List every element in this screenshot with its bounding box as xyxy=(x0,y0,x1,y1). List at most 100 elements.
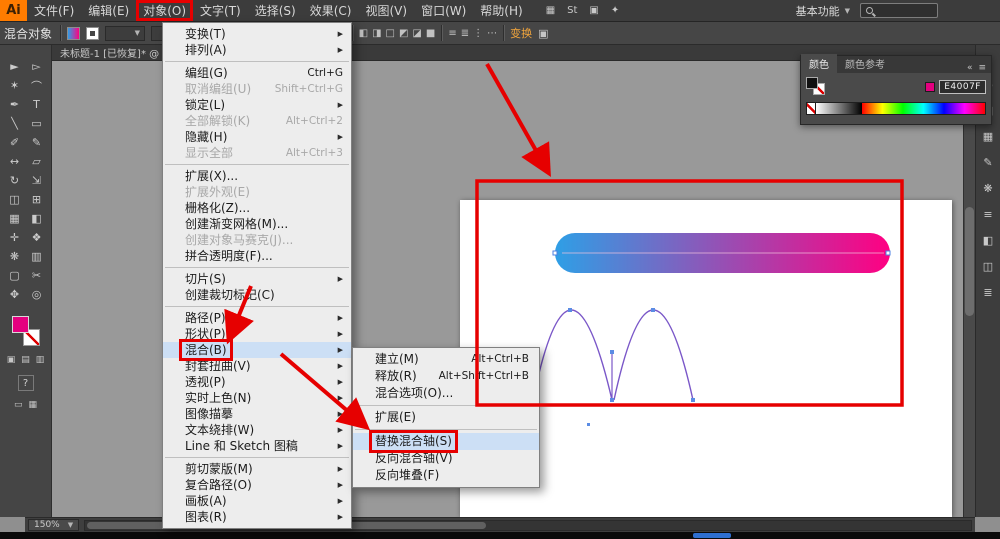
line-segment-tool[interactable]: ╲ xyxy=(4,114,26,133)
menu-item-expand[interactable]: 扩展(X)... xyxy=(163,168,351,184)
swatches-icon[interactable]: ▦ xyxy=(979,128,997,144)
full-screen-icon[interactable]: ▦ xyxy=(29,400,38,410)
arrange-documents-icon[interactable]: ▣ xyxy=(589,5,598,16)
menu-item-perspective[interactable]: 透视(P)▶ xyxy=(163,374,351,390)
menu-item-line-sketch[interactable]: Line 和 Sketch 图稿▶ xyxy=(163,438,351,454)
anchor-point[interactable] xyxy=(568,308,572,312)
gradient-tool[interactable]: ◧ xyxy=(26,209,48,228)
spine-arc-1[interactable] xyxy=(533,310,612,400)
menu-item-path[interactable]: 路径(P)▶ xyxy=(163,310,351,326)
menu-file[interactable]: 文件(F) xyxy=(27,0,81,21)
distribute-horizontal-icon[interactable]: ≡ xyxy=(448,28,456,39)
menu-item-graph[interactable]: 图表(R)▶ xyxy=(163,509,351,525)
anchor-point[interactable] xyxy=(587,423,590,426)
selection-tool[interactable]: ► xyxy=(4,57,26,76)
submenu-item-reverse-spine[interactable]: 反向混合轴(V) xyxy=(353,450,539,467)
hue-ramp[interactable] xyxy=(862,103,985,114)
menu-effect[interactable]: 效果(C) xyxy=(303,0,359,21)
menu-item-live-paint[interactable]: 实时上色(N)▶ xyxy=(163,390,351,406)
lasso-tool[interactable]: ⌒ xyxy=(26,76,48,95)
transparency-icon[interactable]: ◫ xyxy=(979,258,997,274)
submenu-item-expand[interactable]: 扩展(E) xyxy=(353,409,539,426)
fill-stroke-widget[interactable] xyxy=(10,316,42,346)
align-to-icon[interactable]: ⋯ xyxy=(487,28,497,39)
submenu-item-replace-spine[interactable]: 替换混合轴(S) xyxy=(353,433,539,450)
taskbar-item[interactable] xyxy=(693,533,731,538)
stroke-icon[interactable]: ≡ xyxy=(979,206,997,222)
grayscale-ramp[interactable] xyxy=(816,103,862,114)
menu-item-rasterize[interactable]: 栅格化(Z)... xyxy=(163,200,351,216)
stroke-color-swatch[interactable] xyxy=(86,27,99,40)
help-icon[interactable]: ? xyxy=(18,375,34,391)
anchor-point[interactable] xyxy=(651,308,655,312)
align-center-icon[interactable]: ◨ xyxy=(372,28,381,39)
draw-inside-icon[interactable]: ▥ xyxy=(36,355,45,365)
menu-help[interactable]: 帮助(H) xyxy=(473,0,529,21)
search-input[interactable] xyxy=(860,3,938,18)
menu-item-slice[interactable]: 切片(S)▶ xyxy=(163,271,351,287)
rotate-tool[interactable]: ↻ xyxy=(4,171,26,190)
menu-item-clipping-mask[interactable]: 剪切蒙版(M)▶ xyxy=(163,461,351,477)
align-bottom-icon[interactable]: ■ xyxy=(426,28,435,39)
eyedropper-tool[interactable]: ✛ xyxy=(4,228,26,247)
mesh-tool[interactable]: ▦ xyxy=(4,209,26,228)
panel-menu-icon[interactable]: ≡ xyxy=(978,63,986,73)
paintbrush-tool[interactable]: ✐ xyxy=(4,133,26,152)
menu-item-blend[interactable]: 混合(B)▶ xyxy=(163,342,351,358)
menu-select[interactable]: 选择(S) xyxy=(248,0,303,21)
width-tool[interactable]: ↔ xyxy=(4,152,26,171)
menu-window[interactable]: 窗口(W) xyxy=(414,0,473,21)
free-transform-tool[interactable]: ▱ xyxy=(26,152,48,171)
brushes-icon[interactable]: ✎ xyxy=(979,154,997,170)
vertical-scrollbar-thumb[interactable] xyxy=(965,207,974,316)
tab-color-guide[interactable]: 颜色参考 xyxy=(837,54,893,73)
menu-item-group[interactable]: 编组(G)Ctrl+G xyxy=(163,65,351,81)
menu-type[interactable]: 文字(T) xyxy=(193,0,248,21)
color-spectrum[interactable] xyxy=(806,102,986,115)
align-top-icon[interactable]: ◩ xyxy=(399,28,408,39)
menu-item-compound-path[interactable]: 复合路径(O)▶ xyxy=(163,477,351,493)
draw-normal-icon[interactable]: ▣ xyxy=(7,355,16,365)
hand-tool[interactable]: ✥ xyxy=(4,285,26,304)
scale-tool[interactable]: ⇲ xyxy=(26,171,48,190)
tab-color[interactable]: 颜色 xyxy=(801,54,837,73)
menu-object[interactable]: 对象(O) xyxy=(136,0,193,21)
menu-item-lock[interactable]: 锁定(L)▶ xyxy=(163,97,351,113)
anchor-point[interactable] xyxy=(691,398,695,402)
menu-edit[interactable]: 编辑(E) xyxy=(81,0,136,21)
bridge-icon[interactable]: ▦ xyxy=(546,5,555,16)
distribute-vertical-icon[interactable]: ≣ xyxy=(461,28,469,39)
vertical-scrollbar[interactable] xyxy=(963,61,975,517)
collapse-panel-icon[interactable]: « xyxy=(967,63,973,73)
magic-wand-tool[interactable]: ✶ xyxy=(4,76,26,95)
transform-link[interactable]: 变换 xyxy=(510,25,532,41)
symbols-icon[interactable]: ❋ xyxy=(979,180,997,196)
fill-indicator[interactable] xyxy=(806,77,818,89)
fill-swatch[interactable] xyxy=(12,316,29,333)
menu-view[interactable]: 视图(V) xyxy=(358,0,414,21)
align-middle-icon[interactable]: ◪ xyxy=(412,28,421,39)
draw-behind-icon[interactable]: ▤ xyxy=(21,355,30,365)
submenu-item-make[interactable]: 建立(M)Alt+Ctrl+B xyxy=(353,351,539,368)
menu-item-envelope-distort[interactable]: 封套扭曲(V)▶ xyxy=(163,358,351,374)
isolate-object-icon[interactable]: ▣ xyxy=(538,27,548,40)
artboard-tool[interactable]: ▢ xyxy=(4,266,26,285)
workspace-switcher[interactable]: 基本功能 ▼ xyxy=(786,0,860,21)
zoom-tool[interactable]: ◎ xyxy=(26,285,48,304)
layers-icon[interactable]: ≣ xyxy=(979,284,997,300)
align-left-icon[interactable]: ◧ xyxy=(359,28,368,39)
symbol-sprayer-tool[interactable]: ❋ xyxy=(4,247,26,266)
hex-value-field[interactable]: E4007F xyxy=(939,80,986,94)
menu-item-arrange[interactable]: 排列(A)▶ xyxy=(163,42,351,58)
blend-tool[interactable]: ❖ xyxy=(26,228,48,247)
zoom-dropdown[interactable]: 150% ▼ xyxy=(28,519,79,531)
none-swatch[interactable] xyxy=(807,103,816,114)
slice-tool[interactable]: ✂ xyxy=(26,266,48,285)
spine-arc-2[interactable] xyxy=(614,310,693,400)
anchor-point[interactable] xyxy=(610,350,614,354)
type-tool[interactable]: T xyxy=(26,95,48,114)
shape-builder-tool[interactable]: ◫ xyxy=(4,190,26,209)
column-graph-tool[interactable]: ▥ xyxy=(26,247,48,266)
direct-selection-tool[interactable]: ▻ xyxy=(26,57,48,76)
anchor-point[interactable] xyxy=(553,251,557,255)
